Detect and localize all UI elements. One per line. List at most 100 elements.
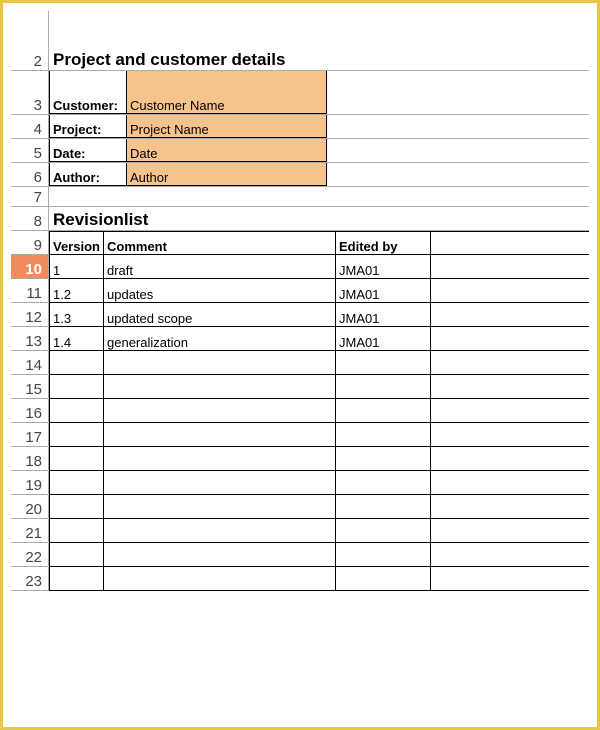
revision-header-extra[interactable] <box>431 231 589 255</box>
row-number[interactable]: 12 <box>11 303 49 327</box>
row-number[interactable]: 20 <box>11 495 49 519</box>
revision-comment[interactable] <box>104 519 336 543</box>
row-number[interactable]: 15 <box>11 375 49 399</box>
revision-edited-by[interactable] <box>336 447 431 471</box>
revision-comment[interactable] <box>104 567 336 591</box>
revision-edited-by[interactable] <box>336 543 431 567</box>
revision-version[interactable] <box>49 375 104 399</box>
spreadsheet-row[interactable]: 9 Version Comment Edited by <box>11 231 589 255</box>
revision-extra[interactable] <box>431 543 589 567</box>
row-number[interactable]: 5 <box>11 139 49 162</box>
spreadsheet-row[interactable]: 20 <box>11 495 589 519</box>
revision-extra[interactable] <box>431 279 589 303</box>
date-value[interactable]: Date <box>127 139 327 162</box>
revision-comment[interactable]: updated scope <box>104 303 336 327</box>
revision-version[interactable] <box>49 543 104 567</box>
row-number[interactable]: 16 <box>11 399 49 423</box>
date-label[interactable]: Date: <box>49 139 127 162</box>
revision-version[interactable] <box>49 399 104 423</box>
row-number[interactable]: 22 <box>11 543 49 567</box>
revision-version[interactable]: 1.2 <box>49 279 104 303</box>
spreadsheet-row[interactable]: 16 <box>11 399 589 423</box>
row-number[interactable]: 7 <box>11 187 49 206</box>
revision-edited-by[interactable]: JMA01 <box>336 255 431 279</box>
revision-edited-by[interactable] <box>336 399 431 423</box>
revision-version[interactable] <box>49 351 104 375</box>
revision-extra[interactable] <box>431 327 589 351</box>
revision-extra[interactable] <box>431 519 589 543</box>
spreadsheet-row[interactable]: 2 Project and customer details <box>11 11 589 71</box>
spreadsheet-row[interactable]: 6 Author: Author <box>11 163 589 187</box>
revision-version[interactable]: 1.3 <box>49 303 104 327</box>
project-label[interactable]: Project: <box>49 115 127 138</box>
row-number[interactable]: 21 <box>11 519 49 543</box>
row-number[interactable]: 3 <box>11 71 49 114</box>
revision-comment[interactable] <box>104 543 336 567</box>
spreadsheet-row[interactable]: 12 1.3 updated scope JMA01 <box>11 303 589 327</box>
spreadsheet-row[interactable]: 21 <box>11 519 589 543</box>
revision-edited-by[interactable] <box>336 519 431 543</box>
spreadsheet-row[interactable]: 7 <box>11 187 589 207</box>
spreadsheet-row[interactable]: 23 <box>11 567 589 591</box>
customer-value[interactable]: Customer Name <box>127 71 327 114</box>
spreadsheet-row[interactable]: 13 1.4 generalization JMA01 <box>11 327 589 351</box>
revision-comment[interactable] <box>104 399 336 423</box>
spreadsheet-row[interactable]: 3 Customer: Customer Name <box>11 71 589 115</box>
revision-comment[interactable] <box>104 351 336 375</box>
revision-comment[interactable] <box>104 495 336 519</box>
row-number[interactable]: 4 <box>11 115 49 138</box>
row-number[interactable]: 6 <box>11 163 49 186</box>
spreadsheet-row[interactable]: 11 1.2 updates JMA01 <box>11 279 589 303</box>
revision-extra[interactable] <box>431 255 589 279</box>
spreadsheet-row[interactable]: 5 Date: Date <box>11 139 589 163</box>
revision-edited-by[interactable] <box>336 495 431 519</box>
revision-extra[interactable] <box>431 567 589 591</box>
revision-extra[interactable] <box>431 399 589 423</box>
revision-extra[interactable] <box>431 495 589 519</box>
section-title-revisionlist[interactable]: Revisionlist <box>49 207 152 230</box>
row-number[interactable]: 23 <box>11 567 49 591</box>
revision-extra[interactable] <box>431 303 589 327</box>
revision-comment[interactable] <box>104 447 336 471</box>
spreadsheet-row[interactable]: 14 <box>11 351 589 375</box>
revision-comment[interactable]: generalization <box>104 327 336 351</box>
revision-extra[interactable] <box>431 375 589 399</box>
project-value[interactable]: Project Name <box>127 115 327 138</box>
row-number[interactable]: 18 <box>11 447 49 471</box>
spreadsheet-row[interactable]: 18 <box>11 447 589 471</box>
spreadsheet-row[interactable]: 22 <box>11 543 589 567</box>
revision-version[interactable] <box>49 471 104 495</box>
revision-version[interactable] <box>49 519 104 543</box>
revision-extra[interactable] <box>431 447 589 471</box>
revision-version[interactable] <box>49 447 104 471</box>
revision-extra[interactable] <box>431 471 589 495</box>
row-number[interactable]: 11 <box>11 279 49 303</box>
revision-version[interactable]: 1.4 <box>49 327 104 351</box>
revision-version[interactable] <box>49 495 104 519</box>
spreadsheet-row[interactable]: 8 Revisionlist <box>11 207 589 231</box>
revision-header-edited-by[interactable]: Edited by <box>336 231 431 255</box>
spreadsheet-row[interactable]: 15 <box>11 375 589 399</box>
revision-version[interactable] <box>49 423 104 447</box>
row-number[interactable]: 8 <box>11 207 49 230</box>
revision-edited-by[interactable] <box>336 375 431 399</box>
row-number[interactable]: 14 <box>11 351 49 375</box>
spreadsheet-row[interactable]: 4 Project: Project Name <box>11 115 589 139</box>
spreadsheet-row[interactable]: 17 <box>11 423 589 447</box>
customer-label[interactable]: Customer: <box>49 71 127 114</box>
author-value[interactable]: Author <box>127 163 327 186</box>
revision-header-comment[interactable]: Comment <box>104 231 336 255</box>
row-number-selected[interactable]: 10 <box>11 255 49 279</box>
row-number[interactable]: 19 <box>11 471 49 495</box>
revision-edited-by[interactable]: JMA01 <box>336 327 431 351</box>
revision-version[interactable]: 1 <box>49 255 104 279</box>
spreadsheet-row[interactable]: 19 <box>11 471 589 495</box>
revision-extra[interactable] <box>431 351 589 375</box>
row-number[interactable]: 2 <box>11 11 49 70</box>
revision-edited-by[interactable] <box>336 423 431 447</box>
revision-header-version[interactable]: Version <box>49 231 104 255</box>
row-number[interactable]: 9 <box>11 231 49 255</box>
revision-edited-by[interactable] <box>336 351 431 375</box>
revision-edited-by[interactable] <box>336 471 431 495</box>
revision-comment[interactable] <box>104 471 336 495</box>
